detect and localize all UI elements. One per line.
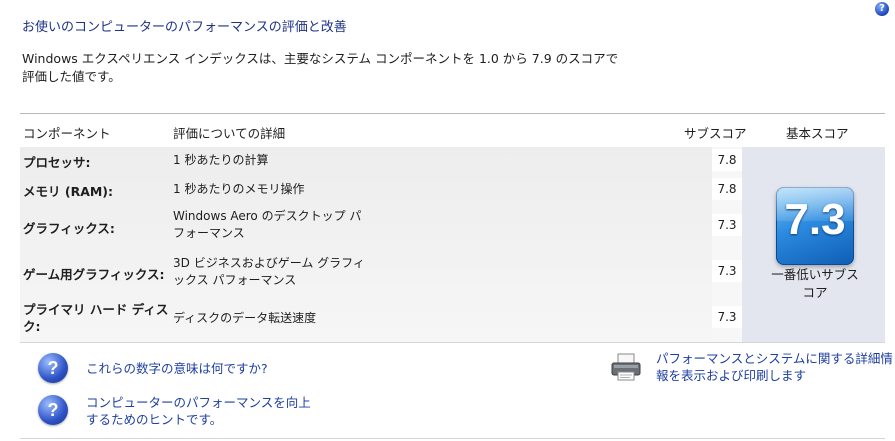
header-component: コンポーネント bbox=[23, 126, 111, 141]
row-graphics-desc-2: フォーマンス bbox=[173, 226, 245, 240]
base-score-label: 一番低いサブス コア bbox=[762, 266, 868, 302]
link-print-details-1[interactable]: パフォーマンスとシステムに関する詳細情 bbox=[656, 350, 893, 367]
link-print-details-2[interactable]: 報を表示および印刷します bbox=[656, 367, 893, 384]
intro-text: Windows エクスペリエンス インデックスは、主要なシステム コンポーネント… bbox=[22, 50, 622, 86]
page-title: お使いのコンピューターのパフォーマンスの評価と改善 bbox=[22, 20, 347, 35]
row-graphics-score: 7.3 bbox=[712, 214, 742, 236]
divider bbox=[20, 342, 885, 343]
base-score-label-2: コア bbox=[802, 285, 828, 300]
base-score-value: 7.3 bbox=[784, 195, 846, 244]
link-performance-tips[interactable]: コンピューターのパフォーマンスを向上 するためのヒントです。 bbox=[86, 394, 311, 428]
divider bbox=[20, 438, 885, 439]
row-gaming-graphics-name: ゲーム用グラフィックス: bbox=[23, 267, 165, 282]
row-memory-desc: 1 秒あたりのメモリ操作 bbox=[173, 182, 305, 196]
row-graphics-desc-1: Windows Aero のデスクトップ パ bbox=[173, 209, 362, 223]
question-icon[interactable]: ? bbox=[38, 353, 68, 383]
row-gaming-graphics-desc: 3D ビジネスおよびゲーム グラフィ ックス パフォーマンス bbox=[173, 255, 373, 289]
row-processor-name: プロセッサ: bbox=[23, 155, 91, 170]
row-gaming-graphics-desc-1: 3D ビジネスおよびゲーム グラフィ bbox=[173, 256, 365, 270]
row-disk-score: 7.3 bbox=[712, 306, 742, 328]
help-icon[interactable]: ? bbox=[875, 2, 889, 16]
row-graphics-desc: Windows Aero のデスクトップ パ フォーマンス bbox=[173, 208, 373, 242]
row-gaming-graphics-desc-2: ックス パフォーマンス bbox=[173, 273, 297, 287]
row-processor-score: 7.8 bbox=[712, 149, 742, 171]
link-print-details[interactable]: パフォーマンスとシステムに関する詳細情 報を表示および印刷します bbox=[656, 350, 893, 384]
header-details: 評価についての詳細 bbox=[173, 126, 286, 141]
row-disk-name: プライマリ ハード ディス ク: bbox=[23, 301, 168, 335]
intro-line-2: 評価した値です。 bbox=[22, 69, 121, 84]
row-graphics-name: グラフィックス: bbox=[23, 221, 115, 236]
intro-line-1: Windows エクスペリエンス インデックスは、主要なシステム コンポーネント… bbox=[22, 51, 619, 66]
row-disk-desc: ディスクのデータ転送速度 bbox=[173, 311, 317, 325]
header-basescore: 基本スコア bbox=[786, 126, 849, 141]
link-performance-tips-2[interactable]: するためのヒントです。 bbox=[86, 411, 311, 428]
base-score-badge: 7.3 bbox=[776, 187, 854, 265]
row-memory-score: 7.8 bbox=[712, 178, 742, 200]
link-score-meaning[interactable]: これらの数字の意味は何ですか? bbox=[86, 360, 268, 377]
base-score-label-1: 一番低いサブス bbox=[771, 267, 859, 282]
printer-icon[interactable] bbox=[609, 352, 643, 382]
question-icon[interactable]: ? bbox=[38, 395, 68, 425]
row-gaming-graphics-score: 7.3 bbox=[712, 260, 742, 282]
link-performance-tips-1[interactable]: コンピューターのパフォーマンスを向上 bbox=[86, 394, 311, 411]
divider bbox=[20, 113, 885, 114]
row-memory-name: メモリ (RAM): bbox=[23, 184, 114, 199]
header-subscore: サブスコア bbox=[684, 126, 747, 141]
row-disk-name-2: ク: bbox=[23, 319, 41, 334]
row-disk-name-1: プライマリ ハード ディス bbox=[23, 302, 169, 317]
row-processor-desc: 1 秒あたりの計算 bbox=[173, 153, 269, 167]
